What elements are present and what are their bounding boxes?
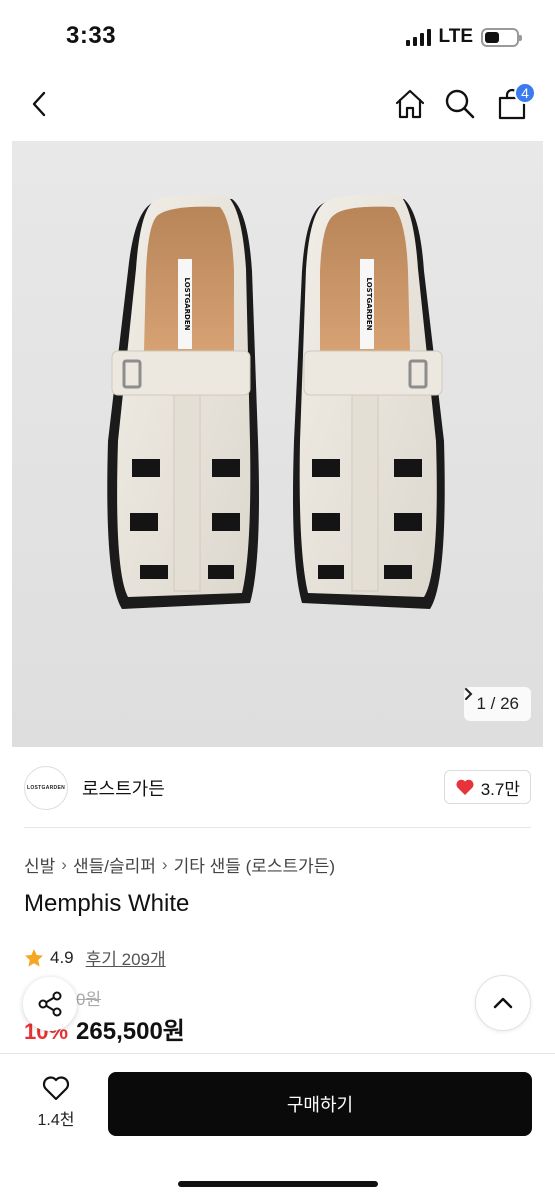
wishlist-count: 1.4천 (37, 1112, 75, 1129)
breadcrumb-item[interactable]: 샌들/슬리퍼 (73, 852, 156, 877)
status-indicators: LTE (405, 26, 522, 48)
gallery-page-count: 1 / 26 (476, 694, 519, 713)
chevron-up-icon (493, 997, 513, 1009)
brand-row[interactable]: LOSTGARDEN 로스트가든 3.7만 (24, 760, 531, 816)
product-title: Memphis White (24, 890, 190, 917)
chevron-left-icon (32, 91, 46, 117)
brand-logo[interactable]: LOSTGARDEN (24, 766, 68, 810)
chevron-right-icon: › (61, 854, 67, 874)
status-bar: 3:33 LTE (0, 0, 555, 70)
rating-score: 4.9 (50, 947, 74, 967)
svg-text:LOSTGARDEN: LOSTGARDEN (183, 278, 191, 331)
breadcrumb-item[interactable]: 신발 (24, 852, 55, 877)
search-button[interactable] (440, 84, 480, 124)
signal-icon (405, 28, 431, 46)
breadcrumb-item[interactable]: 기타 샌들 (로스트가든) (174, 852, 336, 877)
cart-button[interactable]: 4 (492, 82, 536, 124)
rating-row: 4.9 후기 209개 (24, 945, 166, 970)
product-image: LOSTGARDEN LOSTGARDEN (12, 141, 543, 747)
top-navbar: 4 (0, 70, 555, 140)
heart-filled-icon (456, 779, 474, 795)
gallery-page-indicator[interactable]: 1 / 26 (464, 687, 531, 721)
share-icon (38, 991, 62, 1017)
svg-text:LOSTGARDEN: LOSTGARDEN (365, 278, 373, 331)
heart-outline-icon (42, 1076, 70, 1101)
sale-price: 265,500원 (76, 1018, 185, 1045)
brand-like-button[interactable]: 3.7만 (443, 770, 531, 804)
chevron-right-icon: › (161, 854, 168, 874)
review-link[interactable]: 후기 209개 (86, 945, 166, 970)
breadcrumb: 신발 › 샌들/슬리퍼 › 기타 샌들 (로스트가든) (24, 852, 335, 877)
home-button[interactable] (390, 84, 430, 124)
bottom-action-bar: 1.4천 구매하기 (0, 1053, 555, 1200)
status-time: 3:33 (66, 22, 117, 49)
section-divider (24, 827, 531, 828)
battery-icon (481, 27, 522, 47)
left-shoe: LOSTGARDEN (107, 194, 259, 609)
brand-like-count: 3.7만 (480, 779, 520, 799)
home-indicator (178, 1181, 378, 1187)
brand-name[interactable]: 로스트가든 (82, 775, 165, 801)
home-icon (395, 89, 425, 119)
back-button[interactable] (20, 84, 60, 124)
network-label: LTE (438, 26, 473, 47)
search-icon (445, 89, 475, 119)
buy-button[interactable]: 구매하기 (108, 1072, 532, 1136)
product-image-gallery[interactable]: LOSTGARDEN LOSTGARDEN 1 / 26 (12, 141, 543, 747)
star-icon (25, 948, 43, 967)
chevron-right-icon (465, 688, 473, 700)
scroll-top-button[interactable] (475, 975, 531, 1031)
share-button[interactable] (23, 977, 77, 1031)
wishlist-button[interactable]: 1.4천 (24, 1074, 88, 1134)
cart-count-badge: 4 (514, 82, 536, 104)
right-shoe: LOSTGARDEN (293, 194, 445, 609)
